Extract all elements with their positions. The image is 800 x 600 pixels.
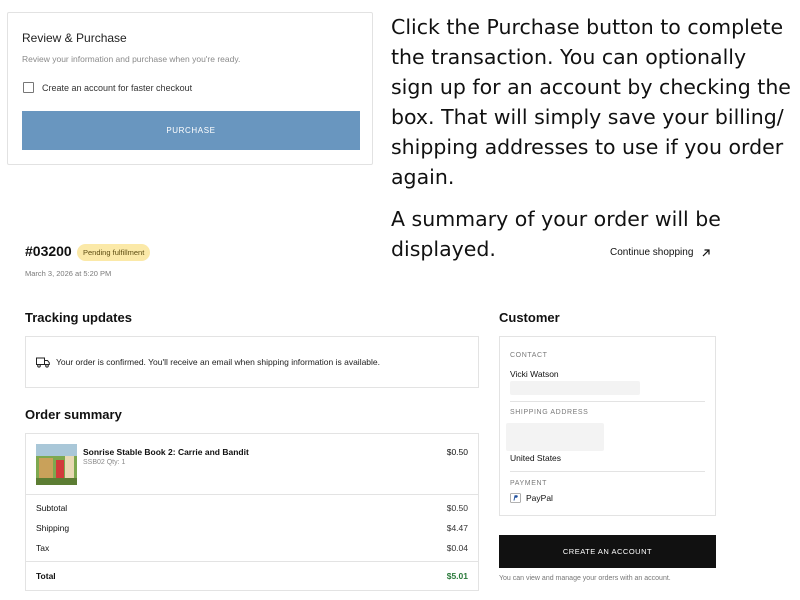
create-account-note: You can view and manage your orders with… [499, 575, 671, 582]
customer-heading: Customer [499, 310, 560, 325]
review-subtitle: Review your information and purchase whe… [22, 54, 241, 64]
payment-label: PAYMENT [510, 480, 547, 487]
order-summary-box: Sonrise Stable Book 2: Carrie and Bandit… [25, 433, 479, 591]
review-purchase-card: Review & Purchase Review your informatio… [7, 12, 373, 165]
product-sku: SSB02 Qty: 1 [83, 459, 126, 466]
payment-method: PayPal [510, 493, 553, 503]
review-title: Review & Purchase [22, 31, 127, 45]
subtotal-value: $0.50 [446, 503, 468, 513]
paypal-icon [510, 493, 521, 503]
continue-shopping-label: Continue shopping [610, 247, 694, 258]
book-cover-thumbnail [36, 444, 77, 485]
shipping-label: Shipping [36, 523, 70, 533]
customer-box: CONTACT Vicki Watson SHIPPING ADDRESS Un… [499, 336, 716, 516]
create-account-checkbox[interactable] [23, 82, 34, 93]
create-account-button[interactable]: CREATE AN ACCOUNT [499, 535, 716, 568]
subtotal-label: Subtotal [36, 503, 68, 513]
product-price: $0.50 [446, 447, 468, 457]
product-name: Sonrise Stable Book 2: Carrie and Bandit [83, 447, 249, 457]
tracking-heading: Tracking updates [25, 310, 132, 325]
order-date: March 3, 2026 at 5:20 PM [25, 269, 112, 278]
shipping-value: $4.47 [446, 523, 468, 533]
arrow-up-right-icon [702, 248, 711, 256]
status-badge: Pending fulfillment [77, 244, 151, 261]
create-account-checkbox-row[interactable]: Create an account for faster checkout [23, 82, 192, 93]
order-number: #03200 [25, 243, 72, 259]
divider [510, 401, 705, 402]
instruction-text-2: A summary of your order will be displaye… [391, 207, 721, 261]
divider [510, 471, 705, 472]
checkbox-label: Create an account for faster checkout [42, 82, 193, 93]
contact-name: Vicki Watson [510, 369, 559, 379]
tracking-message: Your order is confirmed. You'll receive … [56, 357, 381, 367]
shipping-address-label: SHIPPING ADDRESS [510, 409, 589, 416]
payment-method-label: PayPal [526, 493, 553, 503]
continue-shopping-link[interactable]: Continue shopping [610, 247, 711, 258]
shipping-country: United States [510, 453, 562, 463]
divider [26, 494, 478, 495]
contact-label: CONTACT [510, 352, 548, 359]
tax-value: $0.04 [446, 543, 468, 553]
truck-icon [36, 357, 50, 368]
tracking-box: Your order is confirmed. You'll receive … [25, 336, 479, 388]
divider [26, 561, 478, 562]
instruction-text-1: Click the Purchase button to complete th… [391, 15, 791, 189]
tax-label: Tax [36, 543, 50, 553]
total-value: $5.01 [446, 571, 468, 581]
redacted-address [506, 423, 604, 451]
order-summary-heading: Order summary [25, 407, 122, 422]
purchase-button[interactable]: PURCHASE [22, 111, 360, 150]
redacted-email [510, 381, 640, 395]
total-label: Total [36, 571, 56, 581]
